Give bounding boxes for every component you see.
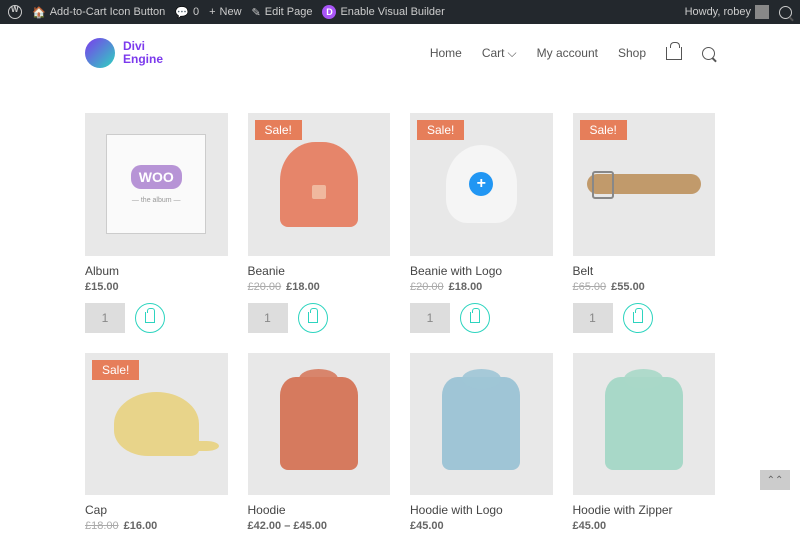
enable-visual-builder[interactable]: D Enable Visual Builder	[322, 5, 444, 19]
quantity-input[interactable]: 1	[410, 303, 450, 333]
product-actions: 1	[410, 303, 553, 333]
product-actions: 1	[573, 303, 716, 333]
product-title[interactable]: Hoodie with Logo	[410, 503, 553, 517]
price: £20.00£18.00	[410, 281, 553, 293]
product-image[interactable]: WOO— the album —	[85, 113, 228, 256]
price: £20.00£18.00	[248, 281, 391, 293]
price: £42.00 – £45.00	[248, 520, 391, 532]
product-card: WOO— the album — Album £15.00 1	[85, 113, 228, 333]
add-to-cart-button[interactable]	[135, 303, 165, 333]
site-logo[interactable]: DiviEngine	[85, 38, 163, 68]
product-card: Sale! Belt £65.00£55.00 1	[573, 113, 716, 333]
sale-badge: Sale!	[92, 360, 139, 380]
old-price: £20.00	[248, 281, 282, 293]
new-content[interactable]: + New	[209, 6, 241, 18]
product-image[interactable]	[573, 353, 716, 496]
old-price: £65.00	[573, 281, 607, 293]
bag-icon	[308, 312, 318, 323]
bag-icon	[470, 312, 480, 323]
sale-badge: Sale!	[255, 120, 302, 140]
product-image[interactable]	[248, 353, 391, 496]
nav-cart[interactable]: Cart ⌵	[482, 46, 517, 61]
product-card: Hoodie with Logo £45.00	[410, 353, 553, 533]
main-nav: Home Cart ⌵ My account Shop	[430, 46, 715, 61]
cart-icon	[666, 47, 682, 60]
bag-icon	[145, 312, 155, 323]
nav-cart-icon[interactable]	[666, 47, 682, 60]
product-image[interactable]	[410, 353, 553, 496]
admin-search[interactable]	[779, 6, 792, 19]
sale-badge: Sale!	[580, 120, 627, 140]
wp-logo[interactable]	[8, 5, 22, 19]
product-image[interactable]: Sale!	[248, 113, 391, 256]
wp-admin-bar: 🏠 Add-to-Cart Icon Button 💬 0 + New ✎ Ed…	[0, 0, 800, 24]
logo-mark-icon	[85, 38, 115, 68]
product-title[interactable]: Beanie with Logo	[410, 264, 553, 278]
product-image[interactable]: Sale!	[85, 353, 228, 496]
add-to-cart-button[interactable]	[460, 303, 490, 333]
nav-search[interactable]	[702, 47, 715, 60]
add-to-cart-button[interactable]	[298, 303, 328, 333]
bag-icon	[633, 312, 643, 323]
chevron-down-icon: ⌵	[508, 46, 517, 61]
product-image[interactable]: Sale!+	[410, 113, 553, 256]
price: £45.00	[410, 520, 553, 532]
quantity-input[interactable]: 1	[248, 303, 288, 333]
product-card: Sale!+ Beanie with Logo £20.00£18.00 1	[410, 113, 553, 333]
divi-icon: D	[322, 5, 336, 19]
price: £18.00£16.00	[85, 520, 228, 532]
scroll-to-top[interactable]: ⌃⌃	[760, 470, 790, 490]
product-image[interactable]: Sale!	[573, 113, 716, 256]
product-title[interactable]: Beanie	[248, 264, 391, 278]
nav-shop[interactable]: Shop	[618, 46, 646, 60]
search-icon	[779, 6, 792, 19]
product-card: Hoodie £42.00 – £45.00	[248, 353, 391, 533]
product-title[interactable]: Cap	[85, 503, 228, 517]
quantity-input[interactable]: 1	[85, 303, 125, 333]
comments-link[interactable]: 💬 0	[175, 6, 199, 19]
price: £15.00	[85, 281, 228, 293]
sale-badge: Sale!	[417, 120, 464, 140]
price: £45.00	[573, 520, 716, 532]
wordpress-icon	[8, 5, 22, 19]
nav-home[interactable]: Home	[430, 46, 462, 60]
product-actions: 1	[248, 303, 391, 333]
add-to-cart-button[interactable]	[623, 303, 653, 333]
product-title[interactable]: Hoodie	[248, 503, 391, 517]
product-actions: 1	[85, 303, 228, 333]
product-title[interactable]: Belt	[573, 264, 716, 278]
site-name[interactable]: 🏠 Add-to-Cart Icon Button	[32, 6, 165, 19]
quantity-input[interactable]: 1	[573, 303, 613, 333]
product-grid: WOO— the album — Album £15.00 1 Sale! Be…	[0, 83, 800, 542]
howdy-user[interactable]: Howdy, robey	[685, 5, 769, 19]
product-title[interactable]: Album	[85, 264, 228, 278]
product-card: Hoodie with Zipper £45.00	[573, 353, 716, 533]
product-card: Sale! Beanie £20.00£18.00 1	[248, 113, 391, 333]
product-title[interactable]: Hoodie with Zipper	[573, 503, 716, 517]
avatar	[755, 5, 769, 19]
old-price: £20.00	[410, 281, 444, 293]
search-icon	[702, 47, 715, 60]
site-header: DiviEngine Home Cart ⌵ My account Shop	[0, 24, 800, 83]
price: £65.00£55.00	[573, 281, 716, 293]
nav-account[interactable]: My account	[537, 46, 598, 60]
old-price: £18.00	[85, 520, 119, 532]
product-card: Sale! Cap £18.00£16.00	[85, 353, 228, 533]
edit-page[interactable]: ✎ Edit Page	[252, 6, 313, 19]
